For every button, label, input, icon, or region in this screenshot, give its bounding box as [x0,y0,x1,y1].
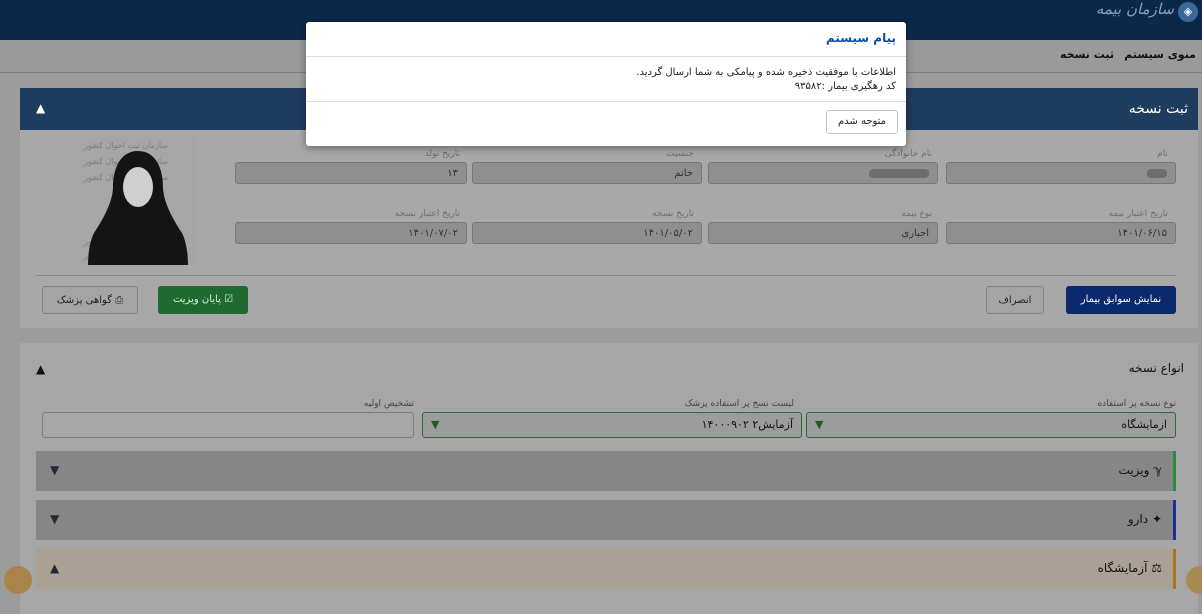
section-visit-title: ℽ ویزیت [1118,463,1162,477]
end-visit-label: پایان ویزیت [172,294,221,305]
chevron-down-icon: ▼ [815,418,824,431]
system-message-modal: پیام سیستم اطلاعات با موفقیت ذخیره شده و… [306,22,906,146]
chevron-down-icon: ▼ [431,418,440,431]
support-chat-button[interactable] [4,566,32,594]
insurance-type-label: نوع بیمه [901,209,932,219]
section-laboratory-title: ⚖ آزمایشگاه [1097,561,1162,575]
prescription-date-field: ۱۴۰۱/۰۵/۰۲ [472,222,702,244]
common-type-label: نوع نسخه پر استفاده [1097,399,1176,409]
prescription-validity-label: تاریخ اعتبار نسخه [394,209,460,219]
section-accent-bar [1173,451,1176,491]
section-accent-bar [1173,549,1176,589]
section-drug[interactable]: ✦ دارو ▼ [36,500,1176,540]
last-name-label: نام خانوادگی [884,149,932,159]
collapse-chevron-up-icon[interactable]: ▲ [36,101,45,115]
section-visit[interactable]: ℽ ویزیت ▼ [36,451,1176,491]
menu-item-system[interactable]: منوی سیستم [1124,48,1196,61]
menu-item-register-prescription[interactable]: ثبت نسخه [1060,48,1114,61]
redacted-value [869,168,929,178]
doctor-common-list-select[interactable]: آزمایش۲ ۱۴۰۰۰۹۰۲ ▼ [422,412,802,438]
acknowledge-button[interactable]: متوجه شدم [826,110,898,134]
show-patient-history-button[interactable]: نمایش سوابق بیمار [1066,286,1176,314]
doctor-certificate-button[interactable]: ⎙ گواهی پزشک [42,286,138,314]
section-laboratory[interactable]: ⚖ آزمایشگاه ▲ [36,549,1176,589]
collapse-chevron-up-icon[interactable]: ▲ [36,362,45,376]
birth-date-label: تاریخ تولد [424,149,460,159]
initial-diagnosis-input[interactable] [42,412,414,438]
common-prescription-type-select[interactable]: ازمایشگاه ▼ [806,412,1176,438]
prescription-panel-title: ثبت نسخه [1128,101,1188,117]
modal-tracking-code: کد رهگیری بیمار :۹۳۵۸۲ [794,81,896,92]
prescription-date-label: تاریخ نسخه [652,209,694,219]
patient-photo: سازمان ثبت احوال کشور سازمان ثبت احوال ک… [80,137,196,265]
common-prescription-type-value: ازمایشگاه [1121,418,1167,431]
section-drug-title: ✦ دارو [1127,512,1162,526]
modal-title: پیام سیستم [825,31,896,45]
person-silhouette-icon [88,151,188,265]
panel-divider [36,275,1176,276]
doctor-common-list-value: آزمایش۲ ۱۴۰۰۰۹۰۲ [701,418,793,431]
prescription-types-title: انواع نسخه [1128,361,1184,375]
flask-icon: ⚖ [1151,561,1162,575]
first-name-label: نام [1157,149,1168,159]
initial-diagnosis-label: تشخیص اولیه [363,399,414,409]
end-visit-button[interactable]: ☑ پایان ویزیت [158,286,248,314]
organization-logo-icon[interactable]: ◈ [1178,2,1198,22]
first-name-field [946,162,1176,184]
insurance-validity-field: ۱۴۰۱/۰۶/۱۵ [946,222,1176,244]
chevron-down-icon[interactable]: ▼ [50,463,59,477]
check-square-icon: ☑ [224,294,234,305]
gender-field: خانم [472,162,702,184]
cancel-button[interactable]: انصراف [986,286,1044,314]
prescription-validity-field: ۱۴۰۱/۰۷/۰۲ [235,222,467,244]
gender-label: جنسیت [666,149,694,159]
pill-icon: ✦ [1151,512,1162,526]
modal-footer-divider [306,101,906,102]
insurance-validity-label: تاریخ اعتبار بیمه [1108,209,1168,219]
insurance-type-field: اجباری [708,222,938,244]
modal-header-divider [306,56,906,57]
last-name-field [708,162,938,184]
doctor-certificate-label: گواهی پزشک [56,295,112,306]
chevron-down-icon[interactable]: ▼ [50,512,59,526]
chevron-up-icon[interactable]: ▲ [50,561,59,575]
redacted-value [1147,168,1167,178]
printer-icon: ⎙ [115,295,124,306]
stethoscope-icon: ℽ [1153,463,1162,477]
brand-title: سازمان بیمه [1095,0,1174,18]
birth-date-field: ۱۳ [235,162,467,184]
doctor-common-list-label: لیست نسخ پر استفاده پزشک [684,399,794,409]
laboratory-section-body [36,589,1176,614]
section-accent-bar [1173,500,1176,540]
modal-message: اطلاعات با موفقیت ذخیره شده و پیامکی به … [636,67,896,78]
